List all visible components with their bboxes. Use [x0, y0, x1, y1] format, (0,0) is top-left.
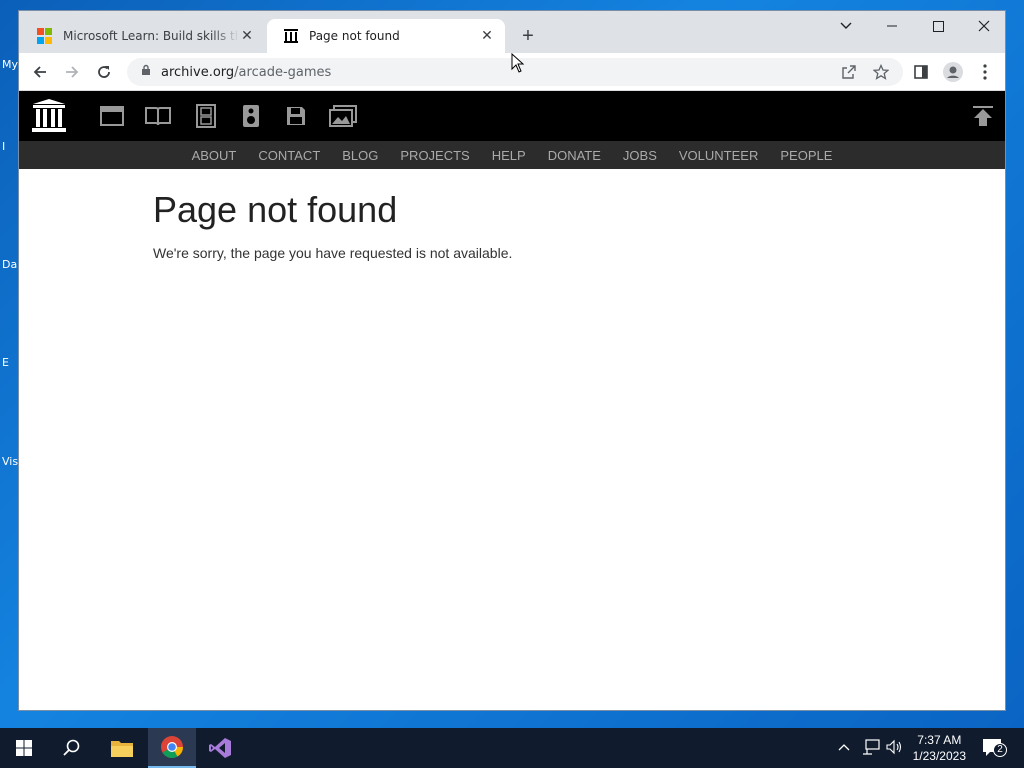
close-window-icon[interactable] — [961, 11, 1005, 41]
maximize-icon[interactable] — [915, 11, 961, 41]
desktop-icon-label[interactable]: I — [2, 140, 5, 153]
chrome-icon[interactable] — [148, 728, 196, 768]
notification-center-icon[interactable]: 2 — [982, 738, 1008, 758]
browser-window: Microsoft Learn: Build skills that open … — [18, 10, 1006, 711]
visual-studio-icon[interactable] — [196, 728, 244, 768]
url-path: /arcade-games — [234, 64, 332, 80]
network-icon[interactable] — [862, 739, 880, 758]
tab-strip: Microsoft Learn: Build skills that open … — [19, 11, 1005, 53]
taskbar: 7:37 AM 1/23/2023 2 — [0, 728, 1024, 768]
nav-help[interactable]: HELP — [492, 148, 526, 163]
archive-logo-icon — [283, 28, 299, 44]
file-explorer-icon[interactable] — [98, 728, 146, 768]
software-floppy-icon[interactable] — [285, 102, 307, 130]
audio-speaker-icon[interactable] — [241, 102, 261, 130]
nav-contact[interactable]: CONTACT — [258, 148, 320, 163]
web-icon[interactable] — [99, 102, 125, 130]
volume-icon[interactable] — [886, 739, 902, 758]
nav-donate[interactable]: DONATE — [548, 148, 601, 163]
video-film-icon[interactable] — [195, 102, 217, 130]
close-tab-icon[interactable]: ✕ — [479, 28, 495, 44]
back-arrow-icon[interactable] — [28, 60, 52, 84]
close-tab-icon[interactable]: ✕ — [239, 28, 255, 44]
lock-icon[interactable] — [141, 64, 151, 80]
tab-microsoft-learn[interactable]: Microsoft Learn: Build skills that open … — [21, 19, 265, 53]
mouse-cursor-icon — [511, 52, 525, 78]
search-icon[interactable] — [48, 728, 96, 768]
tab-title: Microsoft Learn: Build skills that open … — [63, 29, 239, 43]
desktop-icon-label[interactable]: Da — [2, 258, 17, 271]
nav-people[interactable]: PEOPLE — [780, 148, 832, 163]
side-panel-icon[interactable] — [909, 60, 933, 84]
site-header — [19, 91, 1005, 141]
images-icon[interactable] — [329, 102, 357, 130]
forward-arrow-icon[interactable] — [60, 60, 84, 84]
microsoft-logo-icon — [37, 28, 53, 44]
main-content: Page not found We're sorry, the page you… — [153, 189, 512, 261]
tab-search-icon[interactable] — [823, 11, 869, 41]
texts-book-icon[interactable] — [143, 102, 173, 130]
share-icon[interactable] — [837, 60, 861, 84]
archive-logo-icon[interactable] — [31, 97, 67, 135]
new-tab-button[interactable]: + — [516, 24, 540, 48]
chevron-up-icon[interactable] — [838, 739, 850, 754]
profile-avatar-icon[interactable] — [941, 60, 965, 84]
nav-blog[interactable]: BLOG — [342, 148, 378, 163]
desktop-icon-label[interactable]: E — [2, 356, 9, 369]
desktop-icon-label[interactable]: Vis — [2, 455, 18, 468]
upload-icon[interactable] — [971, 102, 995, 130]
notification-count-badge: 2 — [993, 743, 1007, 757]
nav-projects[interactable]: PROJECTS — [400, 148, 469, 163]
error-message: We're sorry, the page you have requested… — [153, 245, 513, 261]
nav-volunteer[interactable]: VOLUNTEER — [679, 148, 758, 163]
menu-kebab-icon[interactable] — [973, 60, 997, 84]
site-nav: ABOUT CONTACT BLOG PROJECTS HELP DONATE … — [19, 141, 1005, 169]
minimize-icon[interactable] — [869, 11, 915, 41]
desktop-icon-label[interactable]: My — [2, 58, 18, 71]
clock-time: 7:37 AM — [917, 733, 962, 747]
page-title: Page not found — [153, 189, 398, 230]
bookmark-star-icon[interactable] — [869, 60, 893, 84]
reload-icon[interactable] — [92, 60, 116, 84]
url-domain: archive.org — [161, 64, 235, 80]
nav-about[interactable]: ABOUT — [192, 148, 237, 163]
nav-jobs[interactable]: JOBS — [623, 148, 657, 163]
tab-page-not-found[interactable]: Page not found ✕ — [267, 19, 505, 53]
start-windows-icon[interactable] — [0, 728, 48, 768]
system-clock[interactable]: 7:37 AM 1/23/2023 — [913, 732, 966, 764]
tab-title: Page not found — [309, 29, 400, 43]
clock-date: 1/23/2023 — [912, 749, 966, 763]
